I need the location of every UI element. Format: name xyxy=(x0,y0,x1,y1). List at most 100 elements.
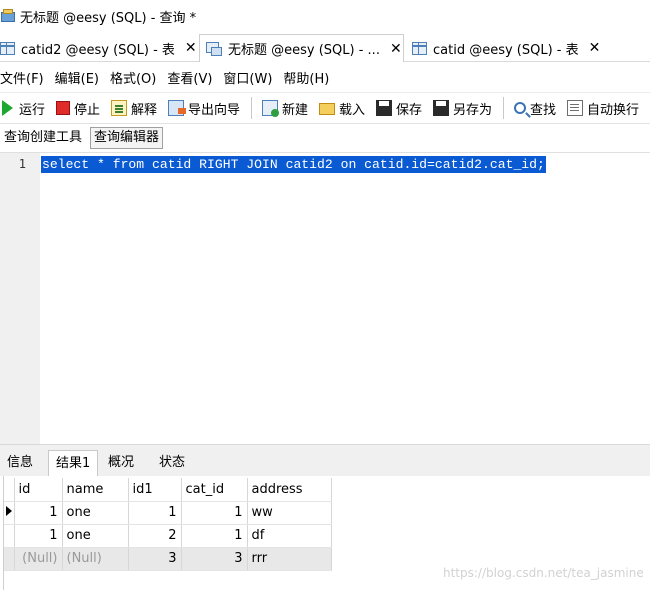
table-icon xyxy=(0,41,15,55)
export-label: 导出向导 xyxy=(188,102,241,118)
column-header-cat-id[interactable]: cat_id xyxy=(181,478,248,502)
tab-status[interactable]: 状态 xyxy=(152,450,192,477)
export-wizard-button[interactable]: 导出向导 xyxy=(168,99,240,118)
line-number: 1 xyxy=(18,157,26,171)
save-as-button[interactable]: 另存为 xyxy=(433,99,492,118)
toolbar-separator xyxy=(503,97,504,119)
menu-file[interactable]: 文件(F) xyxy=(0,68,44,87)
table-row[interactable]: 1 one 1 1 ww xyxy=(4,501,332,525)
cell-name[interactable]: (Null) xyxy=(62,547,129,571)
column-header-name[interactable]: name xyxy=(62,478,129,502)
stop-button[interactable]: 停止 xyxy=(56,99,100,118)
new-button[interactable]: 新建 xyxy=(261,99,308,118)
editor-mode-tabs: 查询创建工具 查询编辑器 xyxy=(0,124,650,152)
table-row[interactable]: 1 one 2 1 df xyxy=(4,524,332,548)
search-icon xyxy=(513,102,526,114)
word-wrap-button[interactable]: 自动换行 xyxy=(566,99,639,118)
tab-info[interactable]: 信息 xyxy=(0,450,40,477)
export-icon xyxy=(168,100,187,116)
window-titlebar: 无标题 @eesy (SQL) - 查询 * xyxy=(0,0,650,32)
tab-query-builder[interactable]: 查询创建工具 xyxy=(0,127,86,149)
cell-address[interactable]: ww xyxy=(247,501,332,525)
stop-icon xyxy=(56,101,71,115)
load-label: 载入 xyxy=(339,102,366,118)
run-button[interactable]: 运行 xyxy=(0,99,45,118)
menu-window[interactable]: 窗口(W) xyxy=(223,68,272,87)
save-button[interactable]: 保存 xyxy=(376,99,422,118)
tab-query-editor[interactable]: 查询编辑器 xyxy=(90,127,164,149)
save-as-icon xyxy=(433,100,450,116)
column-header-address[interactable]: address xyxy=(247,478,332,502)
cell-cat-id[interactable]: 3 xyxy=(181,547,248,571)
explain-button[interactable]: 解释 xyxy=(111,99,157,118)
cell-cat-id[interactable]: 1 xyxy=(181,524,248,548)
tab-result1[interactable]: 结果1 xyxy=(48,450,99,477)
save-icon xyxy=(376,100,393,116)
cell-id[interactable]: 1 xyxy=(14,501,63,525)
menu-bar: 文件(F) 编辑(E) 格式(O) 查看(V) 窗口(W) 帮助(H) xyxy=(0,62,650,92)
tab-untitled-query[interactable]: 无标题 @eesy (SQL) - ... ✕ xyxy=(199,34,404,62)
toolbar-separator xyxy=(251,97,252,119)
selected-sql-text[interactable]: select * from catid RIGHT JOIN catid2 on… xyxy=(41,156,546,173)
query-toolbar: 运行 停止 解释 导出向导 新建 载入 保存 另存为 查找 自动换行 xyxy=(0,92,650,124)
menu-format[interactable]: 格式(O) xyxy=(110,68,156,87)
watermark-text: https://blog.csdn.net/tea_jasmine xyxy=(443,566,644,580)
current-row-icon xyxy=(5,506,12,516)
line-number-gutter: 1 xyxy=(0,153,40,444)
cell-address[interactable]: rrr xyxy=(247,547,332,571)
column-header-id[interactable]: id xyxy=(14,478,63,502)
cell-name[interactable]: one xyxy=(62,501,129,525)
document-tab-bar: catid2 @eesy (SQL) - 表 ✕ 无标题 @eesy (SQL)… xyxy=(0,32,650,62)
play-icon xyxy=(2,100,13,116)
tab-catid-table[interactable]: catid @eesy (SQL) - 表 ✕ xyxy=(408,34,608,62)
cell-id1[interactable]: 3 xyxy=(128,547,182,571)
tab-label: catid @eesy (SQL) - 表 xyxy=(433,42,579,58)
result-table: id name id1 cat_id address 1 one 1 1 ww … xyxy=(4,478,332,571)
table-row[interactable]: (Null) (Null) 3 3 rrr xyxy=(4,547,332,571)
new-label: 新建 xyxy=(281,102,308,118)
save-label: 保存 xyxy=(396,102,423,118)
save-as-label: 另存为 xyxy=(453,102,493,118)
menu-help[interactable]: 帮助(H) xyxy=(283,68,329,87)
cell-name[interactable]: one xyxy=(62,524,129,548)
word-wrap-icon xyxy=(566,100,583,116)
app-icon xyxy=(0,9,16,23)
close-icon[interactable]: ✕ xyxy=(589,40,601,56)
word-wrap-label: 自动换行 xyxy=(586,102,639,118)
cell-address[interactable]: df xyxy=(247,524,332,548)
header-row: id name id1 cat_id address xyxy=(4,478,332,502)
cell-cat-id[interactable]: 1 xyxy=(181,501,248,525)
query-icon xyxy=(206,41,222,56)
row-indicator-header xyxy=(4,478,15,502)
row-indicator xyxy=(4,524,15,548)
sql-code-line[interactable]: select * from catid RIGHT JOIN catid2 on… xyxy=(41,156,546,173)
cell-id1[interactable]: 2 xyxy=(128,524,182,548)
find-button[interactable]: 查找 xyxy=(513,99,556,118)
close-icon[interactable]: ✕ xyxy=(185,40,197,56)
cell-id[interactable]: (Null) xyxy=(14,547,63,571)
cell-id[interactable]: 1 xyxy=(14,524,63,548)
tab-profile[interactable]: 概况 xyxy=(101,450,141,477)
row-indicator xyxy=(4,501,15,525)
load-button[interactable]: 载入 xyxy=(319,99,365,118)
folder-icon xyxy=(319,103,335,115)
column-header-id1[interactable]: id1 xyxy=(128,478,182,502)
tab-label: catid2 @eesy (SQL) - 表 xyxy=(21,42,175,58)
stop-label: 停止 xyxy=(74,102,101,118)
table-icon xyxy=(412,41,427,55)
window-title: 无标题 @eesy (SQL) - 查询 * xyxy=(20,10,197,26)
result-tab-bar: 信息 结果1 概况 状态 xyxy=(0,444,650,477)
close-icon[interactable]: ✕ xyxy=(390,41,402,57)
explain-label: 解释 xyxy=(131,102,158,118)
run-label: 运行 xyxy=(19,102,46,118)
find-label: 查找 xyxy=(529,102,556,118)
menu-edit[interactable]: 编辑(E) xyxy=(55,68,99,87)
cell-id1[interactable]: 1 xyxy=(128,501,182,525)
tab-label: 无标题 @eesy (SQL) - ... xyxy=(228,43,380,58)
tab-catid2-table[interactable]: catid2 @eesy (SQL) - 表 ✕ xyxy=(0,34,197,62)
explain-icon xyxy=(111,100,128,116)
new-query-icon xyxy=(261,100,279,117)
menu-view[interactable]: 查看(V) xyxy=(167,68,212,87)
row-indicator xyxy=(4,547,15,571)
sql-editor[interactable]: 1 select * from catid RIGHT JOIN catid2 … xyxy=(0,152,650,444)
